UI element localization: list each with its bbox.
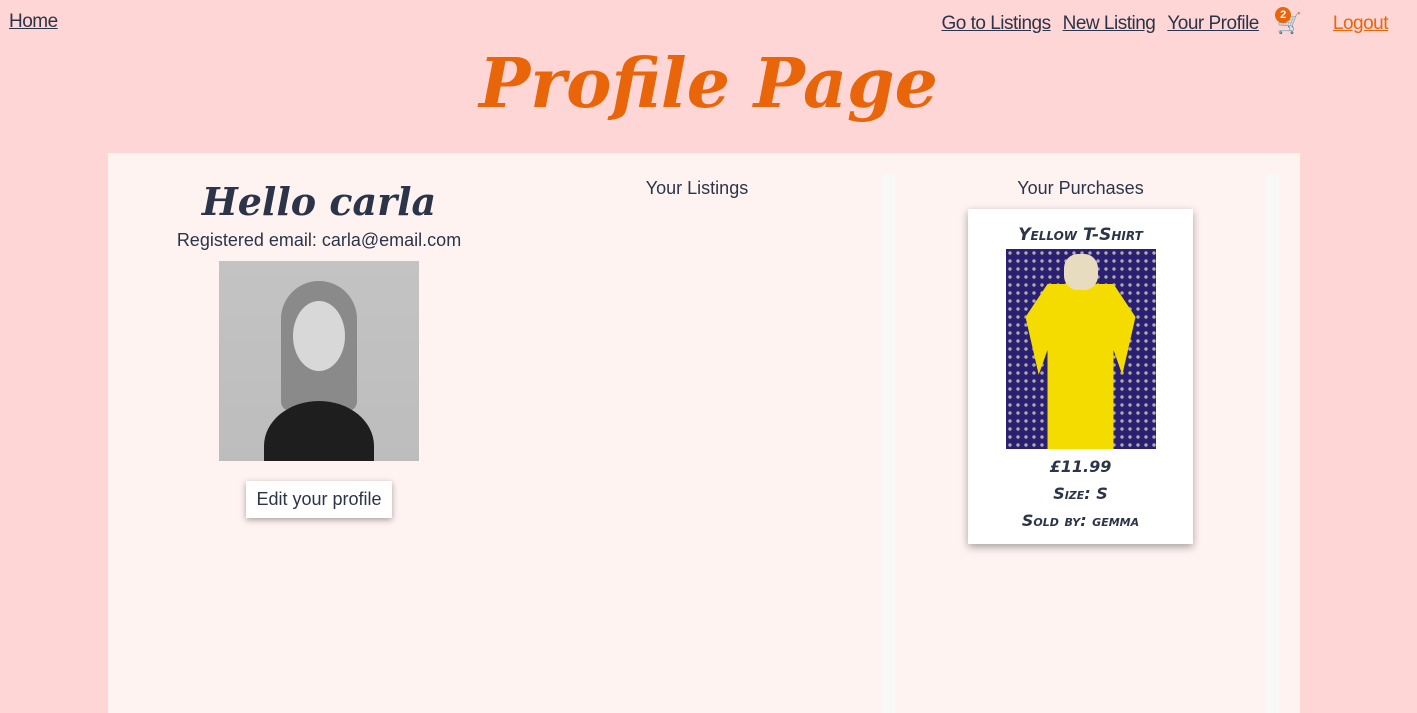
- item-title: Yellow T-Shirt: [1018, 225, 1143, 245]
- registered-email: Registered email: carla@email.com: [176, 230, 462, 250]
- purchase-card[interactable]: Yellow T-Shirt £11.99 Size: S Sold by: g…: [968, 209, 1193, 544]
- profile-panel: Hello carla Registered email: carla@emai…: [108, 153, 1300, 713]
- nav-go-to-listings-link[interactable]: Go to Listings: [941, 13, 1051, 35]
- edit-profile-button[interactable]: Edit your profile: [246, 481, 392, 518]
- item-price: £11.99: [1049, 457, 1112, 476]
- item-seller: Sold by: gemma: [1021, 511, 1140, 530]
- nav-new-listing-link[interactable]: New Listing: [1063, 13, 1156, 35]
- page-title: Profile Page: [479, 44, 938, 124]
- cart-button[interactable]: 🛒 2: [1274, 7, 1303, 37]
- nav-your-profile-link[interactable]: Your Profile: [1167, 13, 1259, 35]
- your-purchases-heading: Your Purchases: [1017, 178, 1144, 198]
- top-nav: Go to Listings New Listing Your Profile …: [941, 7, 1389, 37]
- greeting: Hello carla: [201, 179, 437, 224]
- column-divider: [1266, 173, 1279, 713]
- your-listings-heading: Your Listings: [645, 178, 749, 198]
- nav-home-link[interactable]: Home: [9, 11, 58, 33]
- item-size: Size: S: [1053, 484, 1108, 503]
- purchases-column: Your Purchases Yellow T-Shirt £11.99 Siz…: [895, 178, 1266, 544]
- column-divider: [882, 173, 895, 713]
- profile-photo: [219, 261, 419, 461]
- profile-column: Hello carla Registered email: carla@emai…: [108, 173, 530, 518]
- item-image: [1005, 249, 1156, 449]
- cart-count-badge: 2: [1274, 7, 1291, 23]
- logout-link[interactable]: Logout: [1333, 13, 1389, 35]
